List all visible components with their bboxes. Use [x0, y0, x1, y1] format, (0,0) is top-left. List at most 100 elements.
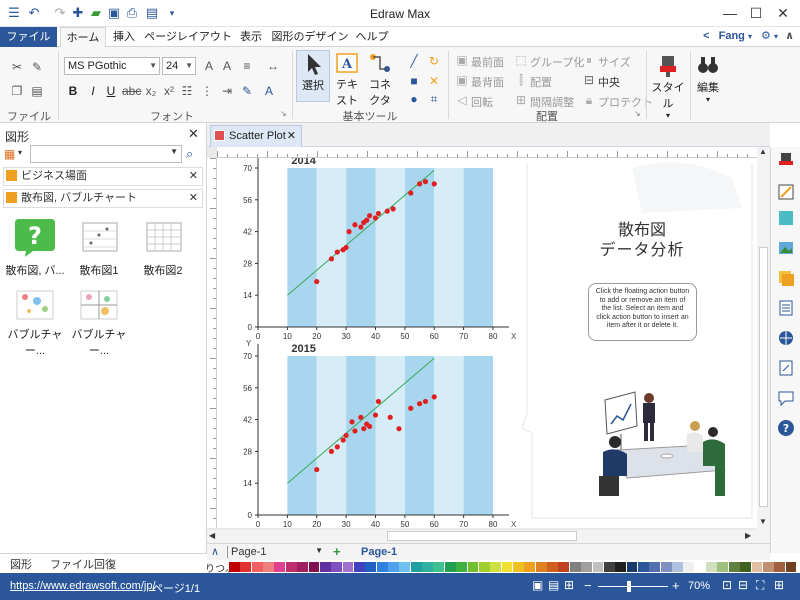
print-icon[interactable]: ⎙ [124, 5, 140, 21]
close-pane-icon[interactable]: ✕ [188, 126, 199, 142]
new-doc-icon[interactable]: ✚ [70, 5, 86, 21]
close-tab-icon[interactable]: ✕ [287, 126, 296, 146]
color-swatch[interactable] [467, 562, 479, 572]
color-swatch[interactable] [342, 562, 354, 572]
color-swatch[interactable] [478, 562, 490, 572]
connector-tool-button[interactable]: コネクタ [364, 50, 396, 108]
color-swatch[interactable] [513, 562, 524, 572]
settings-dropdown-icon[interactable]: ▾ [774, 32, 778, 41]
paste-icon[interactable]: ▤ [28, 83, 46, 99]
tab-shape-design[interactable]: 図形のデザイン [268, 27, 352, 47]
superscript-icon[interactable]: x² [160, 83, 178, 99]
bold-icon[interactable]: B [64, 83, 82, 99]
style-button[interactable]: スタイル ▾ [650, 53, 686, 120]
shape-scatter-2[interactable]: 散布図2 [130, 215, 196, 277]
font-name-select[interactable]: MS PGothic ▼ [64, 57, 160, 75]
bring-front-label[interactable]: 最前面 [471, 54, 504, 70]
italic-icon[interactable]: I [84, 83, 102, 99]
color-swatch[interactable] [263, 562, 274, 572]
vertical-scrollbar[interactable]: ▲ ▼ [757, 147, 770, 530]
close-library-icon[interactable]: ✕ [189, 190, 198, 207]
zoom-slider[interactable] [598, 586, 668, 587]
color-swatch[interactable] [626, 562, 638, 572]
color-swatch[interactable] [728, 562, 740, 572]
color-swatch[interactable] [603, 562, 615, 572]
ribbon-collapse-icon[interactable]: ∧ [785, 30, 794, 42]
shrink-font-icon[interactable]: A [218, 58, 236, 74]
page-collapse-icon[interactable]: ∧ [211, 545, 219, 558]
maximize-button[interactable]: ☐ [745, 4, 767, 22]
fit-width-icon[interactable]: ⊟ [738, 578, 748, 592]
color-swatch[interactable] [615, 562, 627, 572]
library-scatter-bubble[interactable]: 散布図, バブルチャート ✕ [3, 189, 203, 208]
align-text-icon[interactable]: ≡ [238, 58, 256, 74]
tab-home[interactable]: ホーム [60, 27, 106, 48]
tab-file-recovery[interactable]: ファイル回復 [50, 556, 116, 572]
scroll-left-icon[interactable]: ◀ [209, 531, 215, 540]
color-swatch[interactable] [706, 562, 717, 572]
color-swatch[interactable] [456, 562, 468, 572]
color-swatch[interactable] [399, 562, 411, 572]
shape-scatter-bubble[interactable]: ? 散布図, バ... [2, 215, 68, 277]
web-view-icon[interactable]: ▤ [548, 578, 559, 592]
help-icon[interactable]: ? [777, 419, 795, 437]
scroll-right-icon[interactable]: ▶ [745, 531, 751, 540]
ellipse-tool-icon[interactable]: ● [405, 91, 423, 107]
text-direction-icon[interactable]: ⇥ [218, 83, 236, 99]
redo-icon[interactable]: ↷ [52, 5, 68, 21]
color-swatch[interactable] [365, 562, 377, 572]
tab-insert[interactable]: 挿入 [106, 27, 142, 47]
presentation-view-icon[interactable]: ⊞ [564, 578, 574, 592]
group-label[interactable]: グループ化 [530, 54, 584, 70]
color-swatch[interactable] [274, 562, 286, 572]
color-swatch[interactable] [581, 562, 593, 572]
scroll-down-icon[interactable]: ▼ [759, 517, 767, 526]
vertical-scroll-thumb[interactable] [759, 247, 768, 507]
color-swatch[interactable] [569, 562, 581, 572]
color-swatch[interactable] [410, 562, 422, 572]
color-swatch[interactable] [683, 562, 695, 572]
share-icon[interactable]: < [703, 30, 709, 42]
close-window-button[interactable]: ✕ [772, 4, 794, 22]
tab-shapes[interactable]: 図形 [10, 556, 32, 572]
pen-tool-icon[interactable]: ✕ [425, 73, 443, 89]
drawing-canvas[interactable]: 0 14 28 42 56 70 0 10 20 30 40 50 60 70 80 X Y 2014 0 14 28 4… [217, 158, 757, 528]
color-swatch[interactable] [319, 562, 331, 572]
color-swatch[interactable] [308, 562, 320, 572]
website-link[interactable]: https://www.edrawsoft.com/jp/ [10, 580, 156, 592]
bullets-icon[interactable]: ☷ [178, 83, 196, 99]
color-swatch[interactable] [774, 562, 786, 572]
shadow-icon[interactable] [777, 209, 795, 227]
app-menu-icon[interactable]: ☰ [6, 5, 22, 21]
color-swatch[interactable] [376, 562, 388, 572]
page-icon[interactable] [777, 299, 795, 317]
open-icon[interactable]: ▰ [88, 5, 104, 21]
color-swatch[interactable] [649, 562, 661, 572]
doc-tab-scatter-plot[interactable]: Scatter Plot ✕ [210, 125, 302, 147]
line-style-icon[interactable] [777, 183, 795, 201]
zoom-slider-thumb[interactable] [627, 581, 631, 592]
size-label[interactable]: サイズ [598, 54, 631, 70]
color-swatch[interactable] [762, 562, 774, 572]
color-swatch[interactable] [717, 562, 729, 572]
color-swatch[interactable] [240, 562, 252, 572]
color-swatch[interactable] [592, 562, 604, 572]
color-swatch[interactable] [558, 562, 570, 572]
grow-font-icon[interactable]: A [200, 58, 218, 74]
image-icon[interactable] [777, 239, 795, 257]
tab-help[interactable]: ヘルプ [352, 27, 392, 47]
settings-icon[interactable]: ⚙ [761, 30, 771, 42]
color-swatch[interactable] [524, 562, 536, 572]
tab-page-layout[interactable]: ページレイアウト [142, 27, 234, 47]
export-icon[interactable]: ▤ [144, 5, 160, 21]
cut-icon[interactable]: ✂ [8, 59, 26, 75]
rectangle-tool-icon[interactable]: ■ [405, 73, 423, 89]
user-name[interactable]: Fang [719, 30, 745, 42]
page-tab[interactable]: Page-1 [361, 546, 397, 558]
horizontal-scroll-thumb[interactable] [387, 531, 577, 541]
color-swatch[interactable] [388, 562, 399, 572]
fit-page-icon[interactable]: ⊡ [722, 578, 732, 592]
send-back-label[interactable]: 最背面 [471, 74, 504, 90]
line-spacing-icon[interactable]: ↔ [264, 58, 282, 74]
normal-view-icon[interactable]: ▣ [532, 578, 543, 592]
